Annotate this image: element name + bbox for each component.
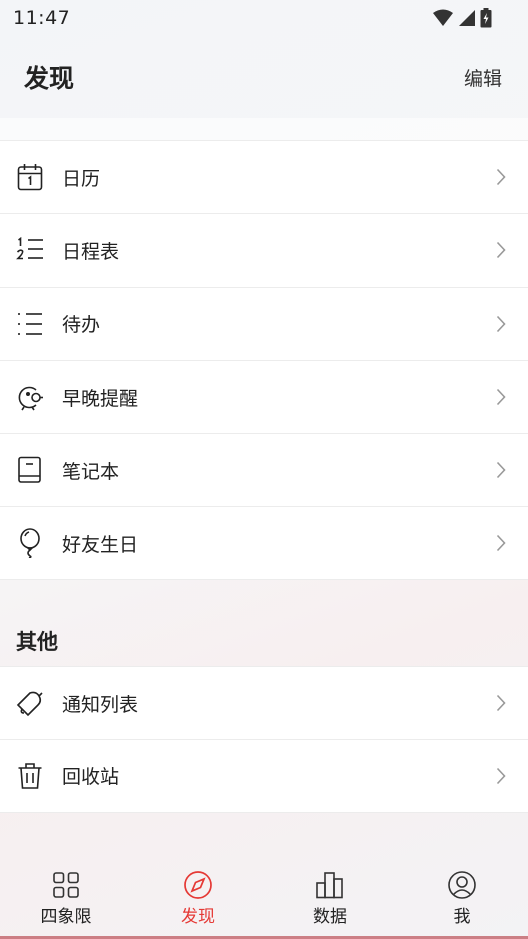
list-item-notifications[interactable]: 通知列表 — [0, 666, 528, 739]
compass-icon — [183, 870, 213, 900]
notebook-icon — [16, 456, 44, 484]
status-time: 11:47 — [13, 7, 71, 29]
tab-label: 四象限 — [40, 907, 92, 927]
header: 发现 编辑 — [0, 36, 528, 118]
list-item-label: 日历 — [62, 167, 101, 190]
list-item-trash[interactable]: 回收站 — [0, 739, 528, 813]
profile-icon — [447, 870, 477, 900]
tab-label: 我 — [453, 907, 471, 927]
feature-list: 日历 日程表 待办 早晚提醒 笔记本 好友生日 — [0, 140, 528, 580]
tab-me[interactable]: 我 — [396, 870, 528, 927]
section-title-other: 其他 — [16, 630, 58, 654]
balloon-icon — [16, 528, 44, 559]
chevron-right-icon — [494, 461, 508, 479]
list-item-label: 日程表 — [62, 240, 120, 263]
tab-label: 数据 — [313, 907, 347, 927]
tab-label: 发现 — [181, 907, 215, 927]
chevron-right-icon — [494, 168, 508, 186]
other-list: 通知列表 回收站 — [0, 666, 528, 813]
numbered-list-icon — [16, 236, 44, 264]
status-icons — [432, 8, 492, 28]
list-item-calendar[interactable]: 日历 — [0, 140, 528, 213]
list-item-schedule[interactable]: 日程表 — [0, 213, 528, 286]
wifi-icon — [433, 9, 453, 26]
chevron-right-icon — [494, 241, 508, 259]
list-item-todo[interactable]: 待办 — [0, 286, 528, 360]
bar-chart-icon — [315, 870, 345, 900]
list-item-label: 待办 — [62, 314, 101, 337]
scrolled-card-edge — [0, 118, 528, 140]
chevron-right-icon — [494, 315, 508, 333]
page-title: 发现 — [24, 64, 75, 93]
list-item-label: 好友生日 — [62, 533, 139, 556]
list-item-label: 笔记本 — [62, 460, 120, 483]
todo-list-icon — [16, 310, 44, 338]
list-item-notebook[interactable]: 笔记本 — [0, 433, 528, 506]
list-item-label: 回收站 — [62, 766, 120, 789]
bottom-tab-bar: 四象限 发现 数据 我 — [0, 858, 528, 939]
chevron-right-icon — [494, 694, 508, 712]
edit-button[interactable]: 编辑 — [464, 64, 502, 91]
grid-icon — [51, 870, 81, 900]
trash-icon — [16, 762, 44, 790]
status-bar: 11:47 — [0, 0, 528, 36]
alarm-bell-icon — [16, 383, 44, 411]
tab-discover[interactable]: 发现 — [132, 870, 264, 927]
chevron-right-icon — [494, 534, 508, 552]
notification-bell-icon — [16, 689, 44, 717]
list-item-label: 早晚提醒 — [62, 387, 139, 410]
list-item-reminder[interactable]: 早晚提醒 — [0, 359, 528, 433]
list-item-birthday[interactable]: 好友生日 — [0, 506, 528, 580]
calendar-icon — [16, 163, 44, 191]
tab-data[interactable]: 数据 — [264, 870, 396, 927]
signal-icon — [459, 10, 475, 26]
list-item-label: 通知列表 — [62, 693, 139, 716]
chevron-right-icon — [494, 767, 508, 785]
battery-icon — [480, 8, 492, 28]
tab-quadrant[interactable]: 四象限 — [0, 870, 132, 927]
chevron-right-icon — [494, 388, 508, 406]
